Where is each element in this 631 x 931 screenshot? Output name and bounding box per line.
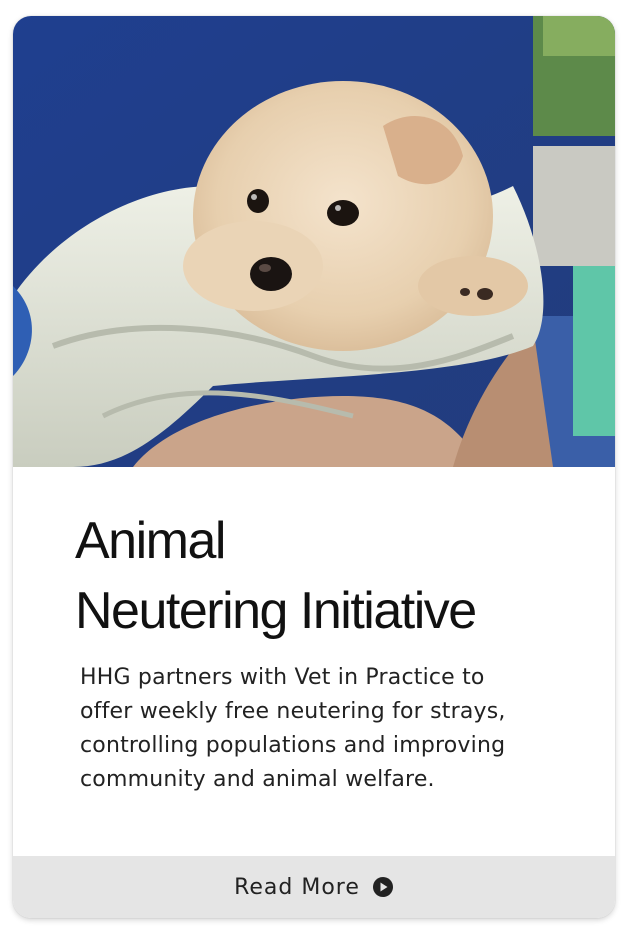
description-line: offer weekly free neutering for strays, <box>80 699 506 724</box>
puppy-photo <box>13 16 615 467</box>
card-title: Animal Neutering Initiative <box>75 506 595 646</box>
description-line: controlling populations and improving <box>80 733 506 758</box>
read-more-button[interactable]: Read More <box>13 856 615 918</box>
description-line: HHG partners with Vet in Practice to <box>80 665 485 690</box>
card-title-line-1: Animal <box>75 512 226 570</box>
description-line: community and animal welfare. <box>80 767 435 792</box>
article-card: Animal Neutering Initiative HHG partners… <box>13 16 615 918</box>
card-description: HHG partners with Vet in Practice to off… <box>80 661 590 797</box>
play-circle-icon <box>372 877 393 897</box>
card-title-line-2: Neutering Initiative <box>75 582 477 640</box>
read-more-label: Read More <box>234 874 360 900</box>
